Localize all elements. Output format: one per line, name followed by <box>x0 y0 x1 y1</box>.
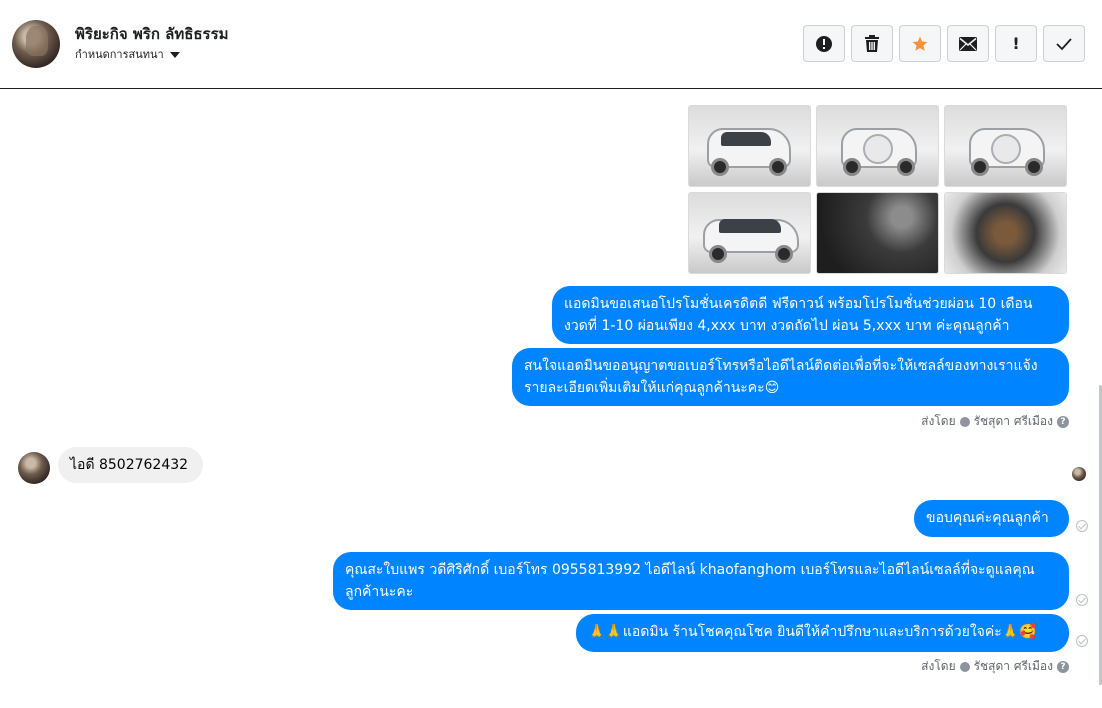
contact-avatar-small[interactable] <box>18 452 50 484</box>
help-icon[interactable]: ? <box>1057 660 1069 673</box>
sent-check-icon <box>1076 520 1088 532</box>
star-button[interactable] <box>899 25 941 62</box>
help-icon[interactable]: ? <box>1057 415 1069 428</box>
envelope-icon <box>959 36 977 51</box>
car-side-photo[interactable] <box>688 192 811 274</box>
outgoing-message[interactable]: ขอบคุณค่ะคุณลูกค้า <box>914 500 1069 537</box>
sent-by-label: ส่งโดย <box>921 659 956 673</box>
follow-up-button[interactable]: ! <box>995 25 1037 62</box>
star-icon <box>912 36 928 51</box>
incoming-message[interactable]: ไอดี 8502762432 <box>58 447 203 483</box>
photo-attachment-grid <box>688 105 1067 274</box>
outgoing-message[interactable]: แอดมินขอเสนอโปรโมชั่นเครดิตดี ฟรีดาวน์ พ… <box>552 286 1069 344</box>
car-front-photo[interactable] <box>816 105 939 187</box>
mark-done-button[interactable] <box>1043 25 1085 62</box>
assign-conversation-dropdown[interactable]: กำหนดการสนทนา <box>75 45 180 63</box>
assign-conversation-label: กำหนดการสนทนา <box>75 48 164 61</box>
caret-down-icon <box>169 51 180 58</box>
mark-unread-button[interactable] <box>947 25 989 62</box>
contact-name[interactable]: พิริยะกิจ พริก ลัทธิธรรม <box>75 22 229 46</box>
sent-by-label: ส่งโดย <box>921 414 956 428</box>
trash-icon <box>865 34 879 52</box>
sent-by-name[interactable]: รัชสุดา ศรีเมือง <box>974 412 1053 431</box>
sent-by-info: ส่งโดย รัชสุดา ศรีเมือง ? <box>921 657 1069 676</box>
outgoing-message[interactable]: 🙏🙏แอดมิน ร้านโชคคุณโชค ยินดีให้คำปรึกษาแ… <box>576 614 1069 652</box>
exclamation-icon: ! <box>1012 34 1020 53</box>
seen-avatar <box>1072 467 1086 481</box>
car-rear-photo[interactable] <box>944 105 1067 187</box>
sent-by-name[interactable]: รัชสุดา ศรีเมือง <box>974 657 1053 676</box>
agent-icon <box>959 416 970 427</box>
contact-avatar[interactable] <box>12 20 60 68</box>
conversation-header: พิริยะกิจ พริก ลัทธิธรรม กำหนดการสนทนา ! <box>0 0 1102 89</box>
sent-by-info: ส่งโดย รัชสุดา ศรีเมือง ? <box>921 412 1069 431</box>
message-thread[interactable]: แอดมินขอเสนอโปรโมชั่นเครดิตดี ฟรีดาวน์ พ… <box>0 90 1102 708</box>
car-interior-photo[interactable] <box>816 192 939 274</box>
outgoing-message[interactable]: คุณสะใบแพร วดีศิริศักดิ์ เบอร์โทร 095581… <box>333 552 1069 610</box>
conversation-toolbar: ! <box>803 25 1085 62</box>
delete-button[interactable] <box>851 25 893 62</box>
car-front-left-photo[interactable] <box>688 105 811 187</box>
agent-icon <box>959 661 970 672</box>
sent-check-icon <box>1076 635 1088 647</box>
outgoing-message[interactable]: สนใจแอดมินขออนุญาตขอเบอร์โทรหรือไอดีไลน์… <box>512 348 1069 406</box>
report-spam-button[interactable] <box>803 25 845 62</box>
alert-circle-icon <box>816 35 832 52</box>
car-engine-photo[interactable] <box>944 192 1067 274</box>
checkmark-icon <box>1056 37 1072 50</box>
sent-check-icon <box>1076 594 1088 606</box>
